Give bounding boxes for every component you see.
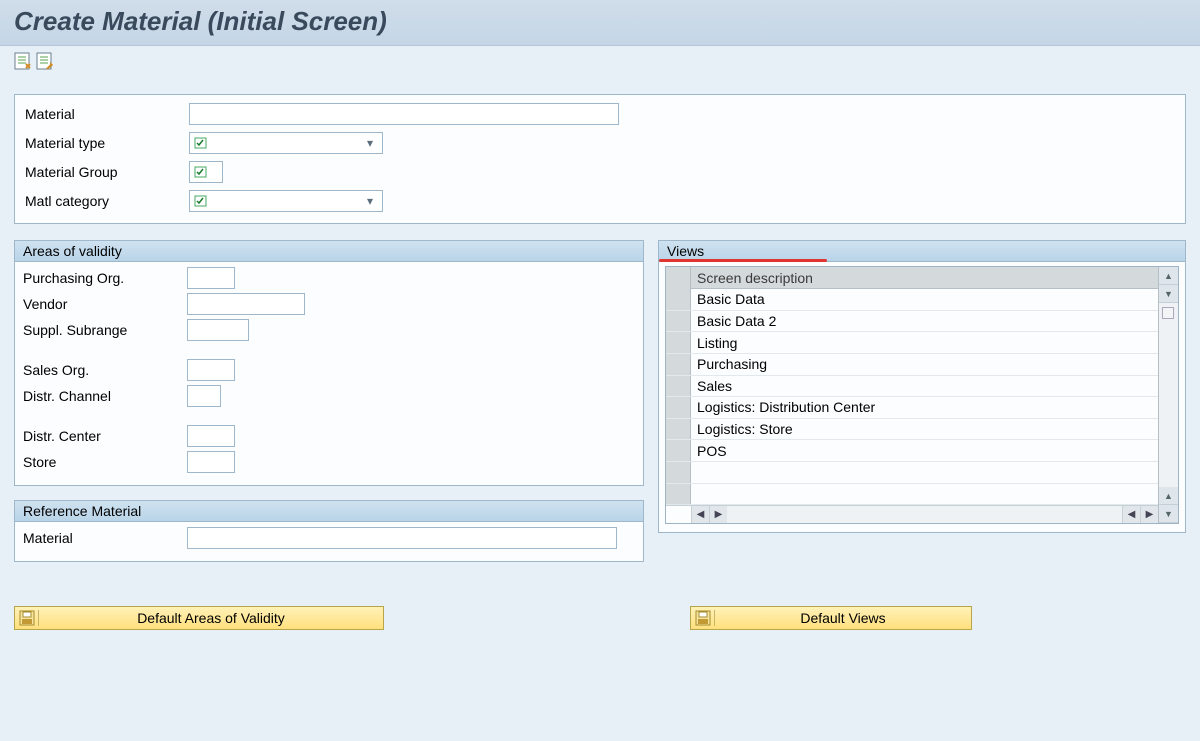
store-label: Store (21, 454, 187, 470)
views-row[interactable]: Sales (666, 376, 1158, 398)
row-handle[interactable] (666, 440, 691, 461)
views-panel: Views Screen description Basic Data Basi… (658, 240, 1186, 533)
scroll-right-icon[interactable]: ▶ (1140, 506, 1158, 523)
views-row[interactable]: Logistics: Distribution Center (666, 397, 1158, 419)
reference-material-input[interactable] (187, 527, 617, 549)
views-row[interactable]: POS (666, 440, 1158, 462)
row-handle-header (666, 267, 691, 289)
row-handle (666, 462, 691, 483)
material-group-combo[interactable] (189, 161, 223, 183)
views-header: Views (659, 241, 1185, 262)
views-vscroll[interactable]: ▲ ▼ ▲ ▼ (1158, 267, 1178, 523)
sales-org-input[interactable] (187, 359, 235, 381)
row-handle[interactable] (666, 311, 691, 332)
purchasing-org-label: Purchasing Org. (21, 270, 187, 286)
view-item-label: Basic Data (691, 291, 765, 307)
reference-header: Reference Material (15, 501, 643, 522)
save-icon (15, 610, 39, 626)
suppl-subrange-label: Suppl. Subrange (21, 322, 187, 338)
material-type-combo[interactable]: ▾ (189, 132, 383, 154)
purchasing-org-input[interactable] (187, 267, 235, 289)
scroll-up-icon[interactable]: ▲ (1159, 487, 1178, 505)
views-row[interactable]: Basic Data 2 (666, 311, 1158, 333)
scroll-left-icon[interactable]: ◀ (1122, 506, 1140, 523)
scroll-up-icon[interactable]: ▲ (1159, 267, 1178, 285)
matl-category-combo[interactable]: ▾ (189, 190, 383, 212)
distr-channel-input[interactable] (187, 385, 221, 407)
views-row-empty (666, 462, 1158, 484)
views-row[interactable]: Purchasing (666, 354, 1158, 376)
row-handle (666, 484, 691, 505)
save-icon (691, 610, 715, 626)
default-areas-button[interactable]: Default Areas of Validity (14, 606, 384, 630)
row-handle[interactable] (666, 397, 691, 418)
areas-panel: Areas of validity Purchasing Org. Vendor… (14, 240, 644, 486)
matl-category-label: Matl category (23, 193, 189, 209)
view-item-label: Purchasing (691, 356, 767, 372)
default-areas-label: Default Areas of Validity (39, 610, 383, 626)
page-title: Create Material (Initial Screen) (14, 6, 1186, 37)
row-handle[interactable] (666, 419, 691, 440)
views-table: Screen description Basic Data Basic Data… (665, 266, 1179, 524)
views-column-header: Screen description (691, 270, 813, 286)
view-item-label: Sales (691, 378, 732, 394)
chevron-down-icon: ▾ (362, 194, 378, 208)
toolbar-icon-2[interactable] (36, 52, 54, 70)
views-row[interactable]: Logistics: Store (666, 419, 1158, 441)
default-views-label: Default Views (715, 610, 971, 626)
scroll-left-icon[interactable]: ◀ (691, 506, 709, 523)
views-column-header-row: Screen description (666, 267, 1158, 289)
view-item-label: Logistics: Distribution Center (691, 399, 875, 415)
row-handle[interactable] (666, 376, 691, 397)
row-handle[interactable] (666, 354, 691, 375)
view-item-label: Basic Data 2 (691, 313, 776, 329)
material-label: Material (23, 106, 189, 122)
check-icon (194, 195, 208, 207)
reference-panel: Reference Material Material (14, 500, 644, 562)
view-item-label: Listing (691, 335, 737, 351)
title-bar: Create Material (Initial Screen) (0, 0, 1200, 46)
scroll-thumb[interactable] (1162, 307, 1174, 319)
views-row[interactable]: Basic Data (666, 289, 1158, 311)
chevron-down-icon: ▾ (362, 136, 378, 150)
vendor-label: Vendor (21, 296, 187, 312)
vendor-input[interactable] (187, 293, 305, 315)
material-type-label: Material type (23, 135, 189, 151)
toolbar-icon-1[interactable] (14, 52, 32, 70)
distr-center-input[interactable] (187, 425, 235, 447)
check-icon (194, 166, 208, 178)
views-hscroll[interactable]: ◀ ▶ ◀ ▶ (666, 505, 1158, 523)
check-icon (194, 137, 208, 149)
reference-material-label: Material (21, 530, 187, 546)
areas-header: Areas of validity (15, 241, 643, 262)
material-input[interactable] (189, 103, 619, 125)
toolbar (0, 46, 1200, 76)
scroll-right-icon[interactable]: ▶ (709, 506, 727, 523)
material-group-label: Material Group (23, 164, 189, 180)
row-handle[interactable] (666, 289, 691, 310)
sales-org-label: Sales Org. (21, 362, 187, 378)
view-item-label: POS (691, 443, 727, 459)
top-fields-panel: Material Material type ▾ Material Group … (14, 94, 1186, 224)
row-handle[interactable] (666, 332, 691, 353)
views-row[interactable]: Listing (666, 332, 1158, 354)
views-row-empty (666, 484, 1158, 506)
default-views-button[interactable]: Default Views (690, 606, 972, 630)
scroll-down-icon[interactable]: ▼ (1159, 285, 1178, 303)
suppl-subrange-input[interactable] (187, 319, 249, 341)
view-item-label: Logistics: Store (691, 421, 793, 437)
distr-channel-label: Distr. Channel (21, 388, 187, 404)
store-input[interactable] (187, 451, 235, 473)
distr-center-label: Distr. Center (21, 428, 187, 444)
scroll-down-icon[interactable]: ▼ (1159, 505, 1178, 523)
